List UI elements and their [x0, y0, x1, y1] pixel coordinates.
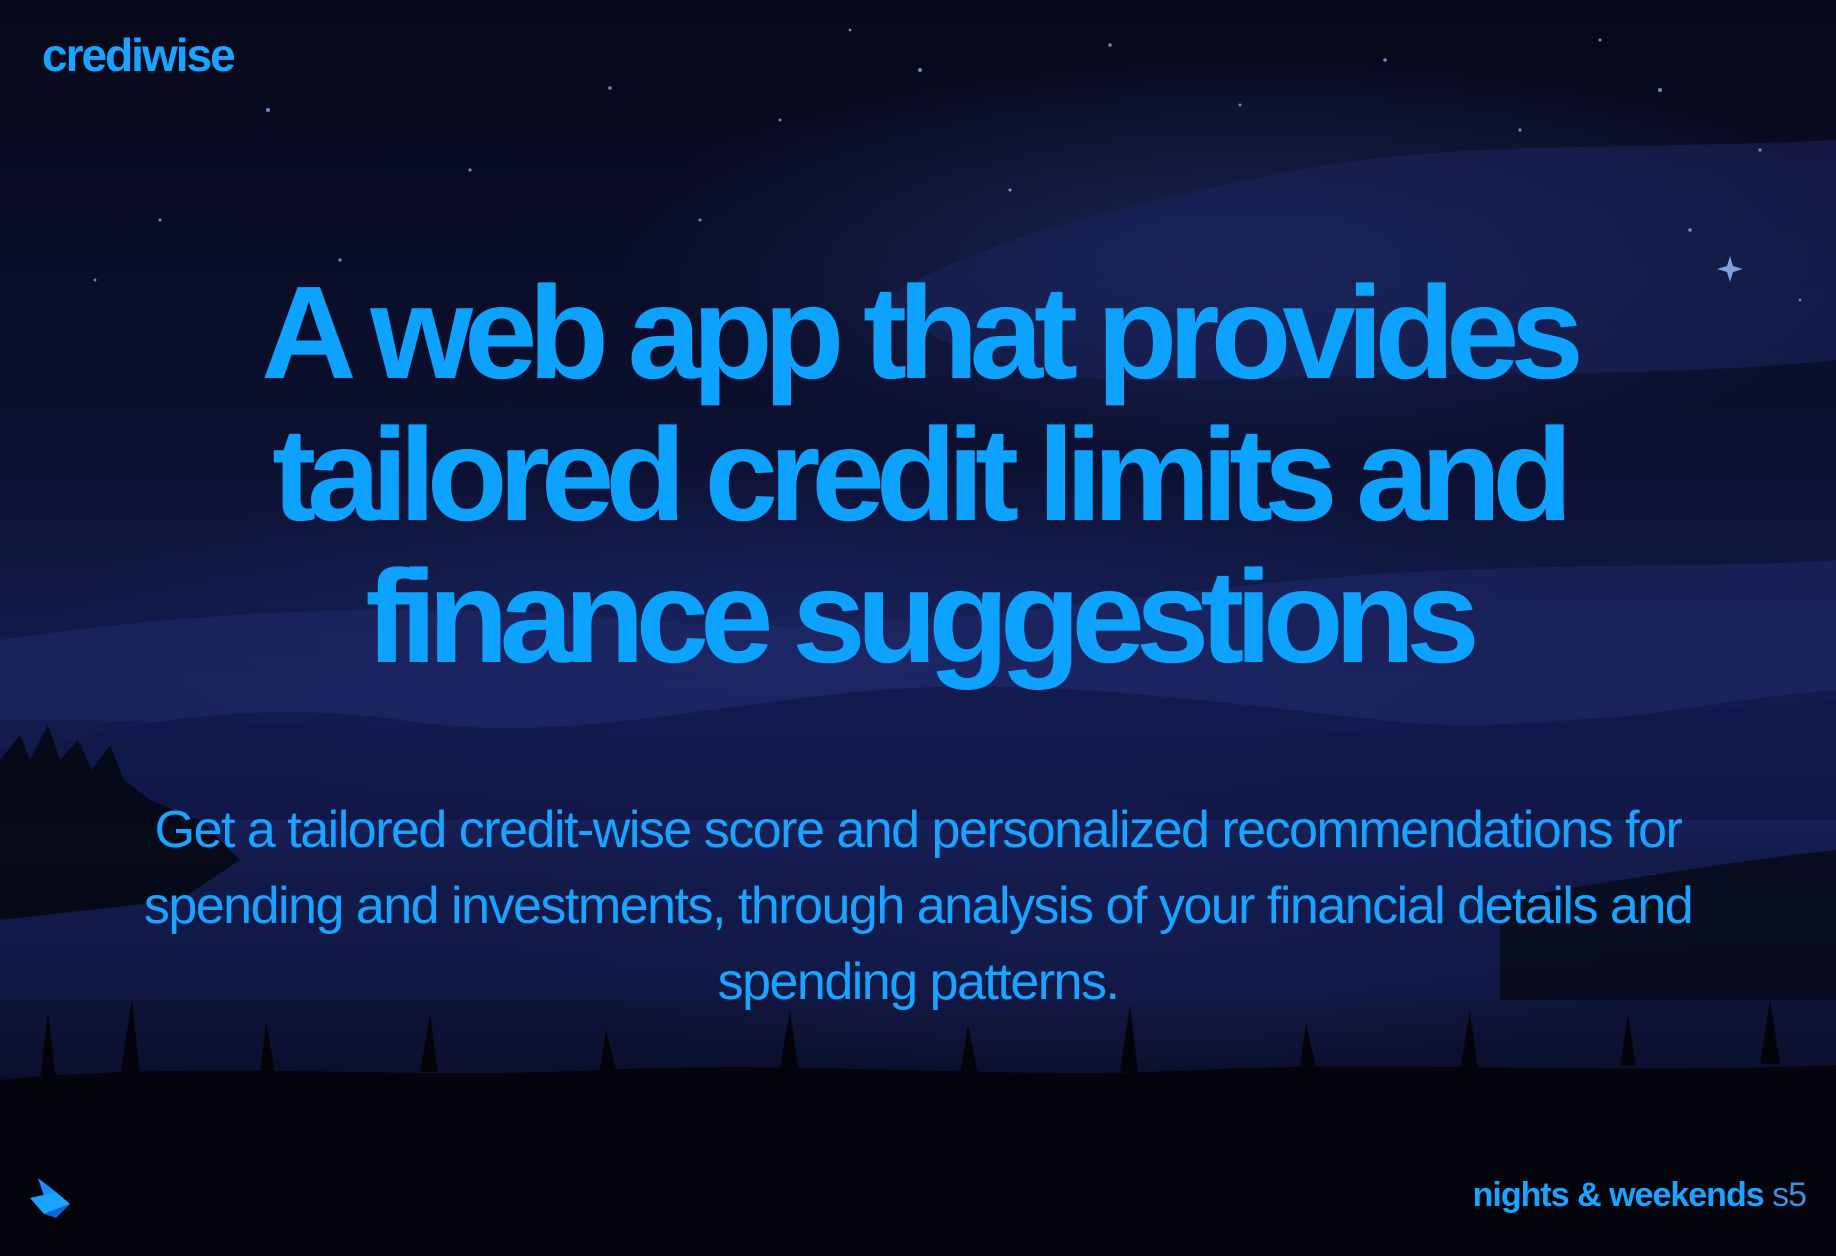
slide: crediwise A web app that provides tailor…: [0, 0, 1836, 1256]
nights-and-weekends-badge: nights & weekends s5: [1472, 1176, 1807, 1215]
hero-subtext: Get a tailored credit-wise score and per…: [143, 801, 1694, 1011]
crediwise-logo[interactable]: crediwise: [42, 28, 236, 82]
season-label: s5: [1772, 1176, 1807, 1214]
buildspace-logo-icon[interactable]: [26, 1174, 76, 1218]
hero-headline: A web app that provides tailored credit …: [261, 259, 1584, 690]
nights-weekends-label: nights & weekends: [1472, 1176, 1765, 1214]
